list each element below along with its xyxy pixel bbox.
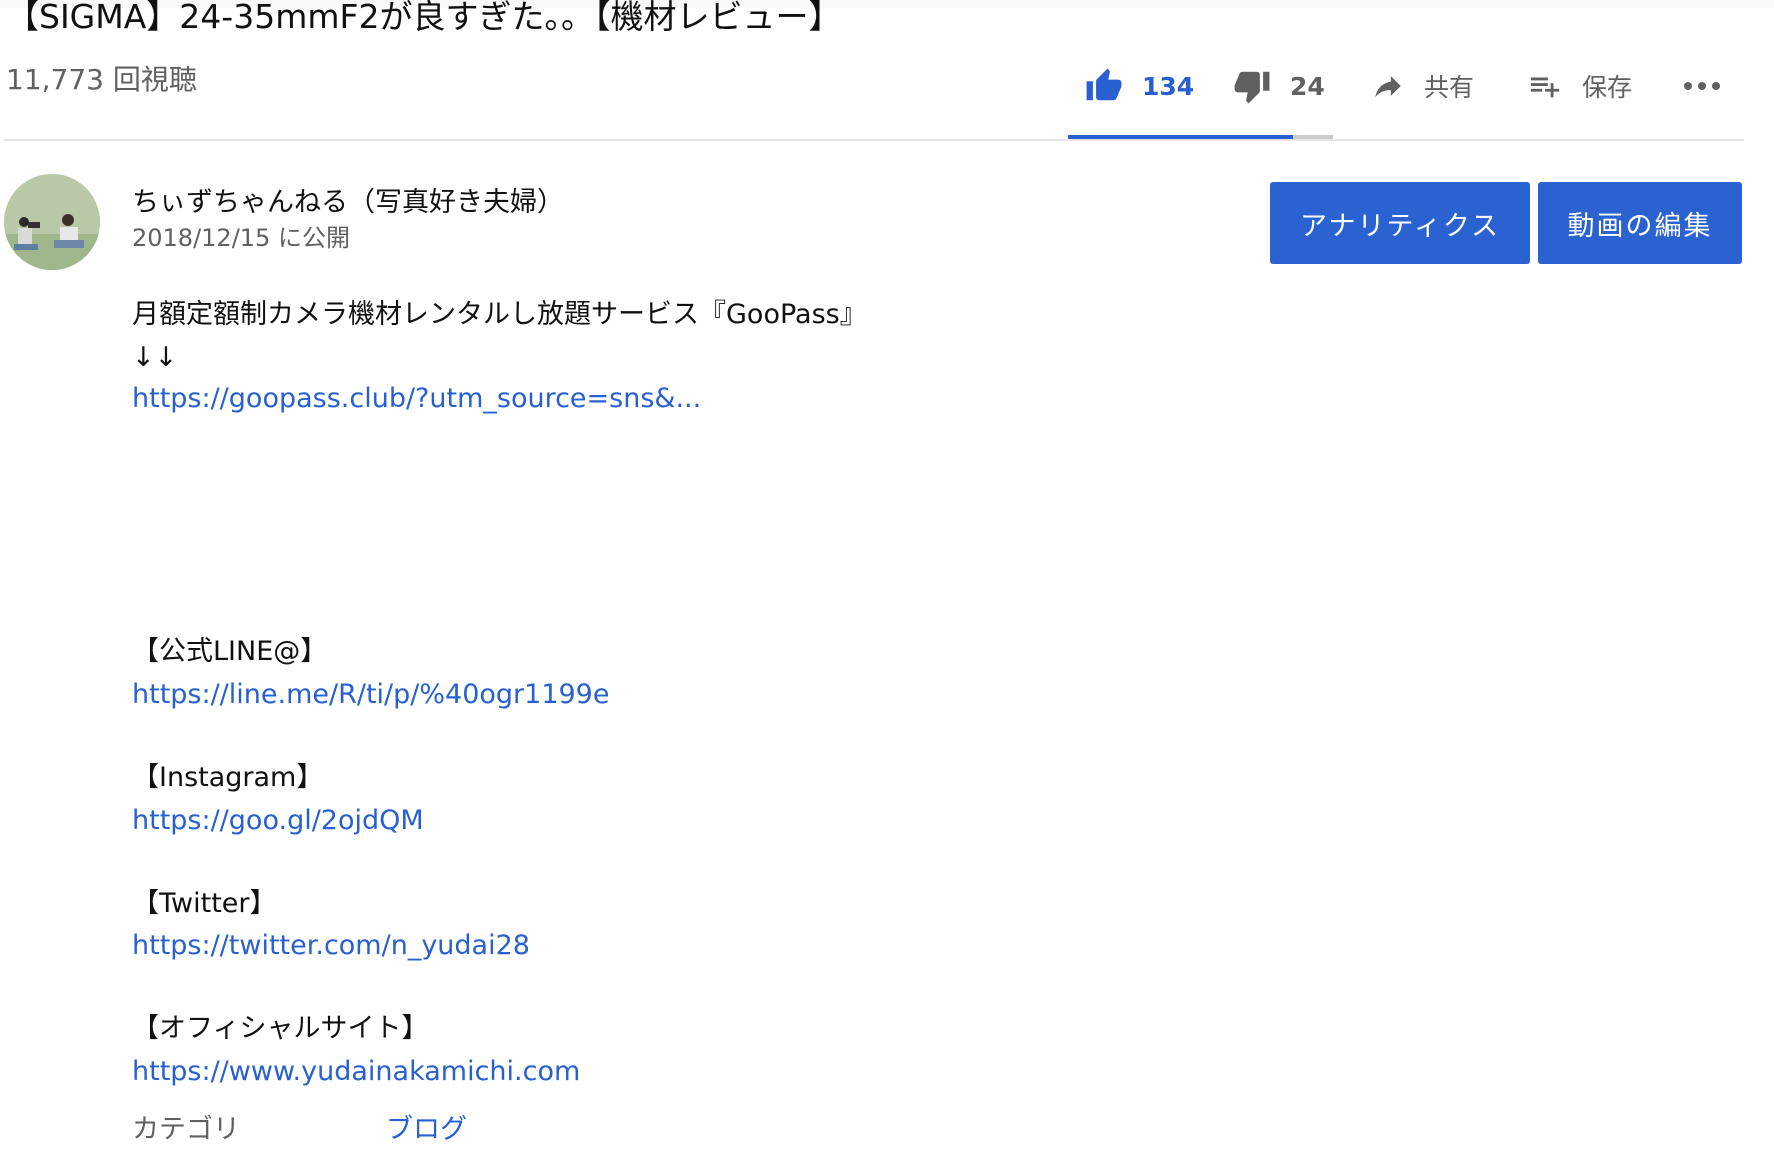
divider: [4, 139, 1744, 141]
edit-video-button[interactable]: 動画の編集: [1538, 182, 1742, 264]
video-title: 【SIGMA】24-35mmF2が良すぎた。。【機材レビュー】: [6, 0, 842, 36]
description-text: 月額定額制カメラ機材レンタルし放題サービス『GooPass』: [132, 299, 867, 330]
channel-name[interactable]: ちぃずちゃんねる（写真好き夫婦）: [132, 186, 564, 220]
view-count: 11,773 回視聴: [6, 63, 197, 96]
category-link[interactable]: ブログ: [386, 1112, 467, 1148]
official-site-link[interactable]: https://www.yudainakamichi.com: [132, 1054, 580, 1090]
category-label: カテゴリ: [132, 1114, 240, 1145]
publish-date: 2018/12/15 に公開: [132, 224, 350, 252]
analytics-button[interactable]: アナリティクス: [1270, 182, 1530, 264]
playlist-add-icon: [1526, 69, 1564, 103]
save-button[interactable]: 保存: [1526, 58, 1632, 114]
goopass-link[interactable]: https://goopass.club/?utm_source=sns&...: [132, 381, 701, 417]
channel-avatar[interactable]: [4, 174, 100, 270]
share-arrow-icon: [1370, 69, 1406, 103]
share-button[interactable]: 共有: [1370, 58, 1474, 114]
twitter-link[interactable]: https://twitter.com/n_yudai28: [132, 928, 530, 964]
official-site-heading: 【オフィシャルサイト】: [132, 1013, 429, 1044]
description-arrows: ↓↓: [132, 342, 178, 373]
instagram-link[interactable]: https://goo.gl/2ojdQM: [132, 803, 424, 839]
line-link[interactable]: https://line.me/R/ti/p/%40ogr1199e: [132, 677, 609, 713]
more-actions-button[interactable]: [1682, 58, 1722, 114]
dislike-button[interactable]: 24: [1232, 58, 1325, 114]
instagram-heading: 【Instagram】: [132, 762, 324, 793]
dislike-count: 24: [1290, 71, 1325, 101]
more-dots-icon: [1682, 80, 1722, 92]
like-button[interactable]: 134: [1084, 58, 1194, 114]
save-label: 保存: [1582, 73, 1633, 102]
twitter-heading: 【Twitter】: [132, 888, 277, 919]
thumbs-up-icon: [1084, 67, 1124, 105]
share-label: 共有: [1424, 73, 1475, 102]
line-heading: 【公式LINE@】: [132, 636, 328, 667]
like-count: 134: [1142, 71, 1195, 101]
thumbs-down-icon: [1232, 67, 1272, 105]
